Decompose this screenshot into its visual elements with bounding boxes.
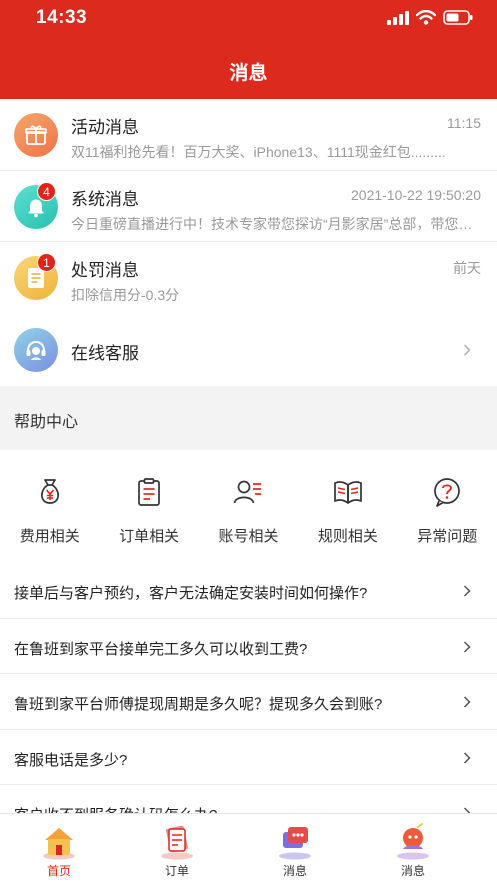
message-icon: [279, 827, 311, 860]
category-account[interactable]: 账号相关: [199, 450, 298, 563]
bottom-tab-bar: 首页 订单 消息 消息: [0, 813, 497, 883]
faq-question: 在鲁班到家平台接单完工多久可以收到工费?: [14, 640, 308, 658]
headset-icon: [14, 328, 58, 372]
tab-profile[interactable]: 消息: [354, 814, 472, 883]
tab-label: 消息: [282, 864, 307, 878]
home-icon: [43, 828, 75, 860]
tab-label: 订单: [164, 864, 189, 878]
online-customer-service[interactable]: 在线客服: [0, 314, 497, 386]
gift-icon: [14, 113, 58, 157]
status-time: 14:33: [36, 7, 88, 28]
message-preview: 扣除信用分-0.3分: [71, 287, 180, 303]
category-label: 订单相关: [119, 528, 180, 545]
help-categories: 费用相关 订单相关 账号相关 规则相关 异常问题: [0, 450, 497, 563]
faq-question: 客服电话是多少?: [14, 751, 128, 769]
category-label: 规则相关: [317, 528, 378, 545]
message-list: 活动消息 11:15 双11福利抢先看！百万大奖、iPhone13、1111现金…: [0, 99, 497, 314]
user-list-icon: [234, 480, 262, 504]
category-exceptions[interactable]: 异常问题: [398, 450, 497, 563]
chevron-right-icon: [463, 640, 471, 653]
message-title: 系统消息: [71, 189, 139, 209]
tab-messages[interactable]: 消息: [236, 814, 354, 883]
faq-question: 客户收不到服务确认码怎么办?: [14, 804, 217, 813]
tab-label: 首页: [46, 864, 71, 878]
battery-icon: [443, 10, 473, 25]
page-title: 消息: [229, 63, 268, 84]
faq-item[interactable]: 在鲁班到家平台接单完工多久可以收到工费?: [0, 619, 497, 674]
faq-item[interactable]: 鲁班到家平台师傅提现周期是多久呢？提现多久会到账?: [0, 674, 497, 730]
faq-question: 鲁班到家平台师傅提现周期是多久呢？提现多久会到账?: [14, 696, 383, 713]
message-title: 处罚消息: [71, 261, 139, 280]
faq-item[interactable]: 客服电话是多少?: [0, 730, 497, 785]
faq-list: 接单后与客户预约，客户无法确定安装时间如何操作? 在鲁班到家平台接单完工多久可以…: [0, 563, 497, 813]
signal-icon: [387, 10, 409, 25]
category-label: 异常问题: [417, 528, 478, 545]
chevron-right-icon: [463, 751, 471, 764]
help-center-title: 帮助中心: [14, 414, 79, 431]
message-item-activity[interactable]: 活动消息 11:15 双11福利抢先看！百万大奖、iPhone13、1111现金…: [0, 99, 497, 171]
faq-item[interactable]: 客户收不到服务确认码怎么办?: [0, 785, 497, 813]
unread-badge: 4: [37, 181, 56, 201]
customer-service-label: 在线客服: [71, 344, 139, 363]
chevron-right-icon: [463, 696, 471, 708]
money-bag-icon: [40, 479, 59, 504]
status-icons: [387, 10, 473, 25]
category-fees[interactable]: 费用相关: [0, 450, 99, 563]
faq-question: 接单后与客户预约，客户无法确定安装时间如何操作?: [14, 585, 368, 602]
status-bar: 14:33: [0, 0, 497, 36]
profile-icon: [397, 823, 429, 860]
question-icon: [434, 478, 461, 507]
message-item-system[interactable]: 4 系统消息 2021-10-22 19:50:20 今日重磅直播进行中！技术专…: [0, 171, 497, 242]
category-rules[interactable]: 规则相关: [298, 450, 397, 563]
chevron-right-icon: [463, 344, 471, 356]
chevron-right-icon: [463, 585, 471, 597]
message-time: 2021-10-22 19:50:20: [351, 186, 481, 203]
message-preview: 今日重磅直播进行中！技术专家带您探访“月影家居”总部，带您全面了解: [71, 215, 479, 232]
tab-orders[interactable]: 订单: [118, 814, 236, 883]
help-center-header: 帮助中心: [0, 386, 497, 450]
category-label: 费用相关: [19, 528, 80, 545]
faq-item[interactable]: 接单后与客户预约，客户无法确定安装时间如何操作?: [0, 563, 497, 619]
unread-badge: 1: [37, 253, 56, 272]
message-item-penalty[interactable]: 1 处罚消息 前天 扣除信用分-0.3分: [0, 242, 497, 314]
wifi-icon: [416, 10, 436, 25]
message-preview: 双11福利抢先看！百万大奖、iPhone13、1111现金红包.........: [71, 144, 446, 160]
message-title: 活动消息: [71, 118, 139, 137]
tab-home[interactable]: 首页: [0, 814, 118, 883]
app-header: 14:33 消息: [0, 0, 497, 99]
tab-label: 消息: [400, 864, 425, 878]
clipboard-icon: [138, 478, 160, 506]
order-icon: [161, 825, 193, 860]
category-label: 账号相关: [218, 528, 279, 545]
book-icon: [334, 481, 362, 504]
message-time: 11:15: [447, 115, 481, 131]
category-orders[interactable]: 订单相关: [99, 450, 198, 563]
message-time: 前天: [453, 260, 481, 276]
